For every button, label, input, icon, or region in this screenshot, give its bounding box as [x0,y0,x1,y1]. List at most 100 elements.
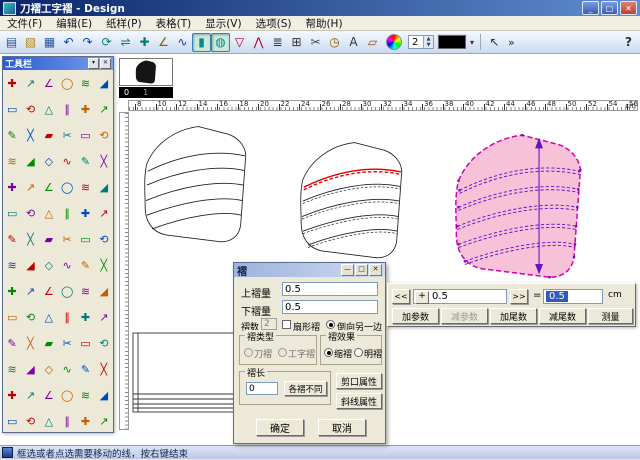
increase-step-button[interactable]: >> [510,289,528,304]
tool-icon-67[interactable]: ◢ [21,356,39,382]
text-tool-icon[interactable]: A [344,33,363,52]
tool-icon-18[interactable]: ≋ [3,148,21,174]
step-field[interactable]: + 0.5 [413,289,507,304]
tool-icon-52[interactable]: ≋ [76,278,94,304]
tool-icon-10[interactable]: ✚ [76,96,94,122]
tool-icon-31[interactable]: ⟲ [21,200,39,226]
tool-icon-0[interactable]: ✚ [3,70,21,96]
menu-edit[interactable]: 编辑(E) [49,16,99,31]
save-icon[interactable]: ▦ [40,33,59,52]
pattern-piece-2[interactable] [301,143,402,258]
pattern-index-bar[interactable]: 0 1 [119,87,173,98]
undo-icon[interactable]: ↶ [59,33,78,52]
dialog-rollup-icon[interactable]: — [341,264,354,276]
tool-icon-7[interactable]: ⟲ [21,96,39,122]
tool-icon-71[interactable]: ╳ [95,356,113,382]
tool-icon-17[interactable]: ⟲ [95,122,113,148]
curve-tool-icon[interactable]: ∿ [173,33,192,52]
new-file-icon[interactable]: ▤ [2,33,21,52]
tool-icon-53[interactable]: ◢ [95,278,113,304]
tool-icon-69[interactable]: ∿ [58,356,76,382]
seam-tool-icon[interactable]: ≣ [268,33,287,52]
lower-pleat-input[interactable] [282,300,378,314]
tool-icon-16[interactable]: ▭ [76,122,94,148]
notch-tool-icon[interactable]: ⋀ [249,33,268,52]
tool-icon-66[interactable]: ≋ [3,356,21,382]
tool-icon-49[interactable]: ↗ [21,278,39,304]
each-different-button[interactable]: 各褶不同 [284,381,327,396]
tool-icon-55[interactable]: ⟲ [21,304,39,330]
tool-icon-27[interactable]: ◯ [58,174,76,200]
tool-icon-59[interactable]: ↗ [95,304,113,330]
line-width-spinner[interactable]: 2 ▲▼ [408,35,434,49]
toolbox-close-icon[interactable]: ✕ [100,58,111,69]
tool-icon-42[interactable]: ≋ [3,252,21,278]
tool-icon-75[interactable]: ◯ [58,382,76,408]
tool-icon-34[interactable]: ✚ [76,200,94,226]
dialog-restore-icon[interactable]: □ [355,264,368,276]
compass-icon[interactable]: ◷ [325,33,344,52]
tool-icon-30[interactable]: ▭ [3,200,21,226]
pattern-piece-1[interactable] [145,127,246,242]
pointer-tool-icon[interactable]: ↖ [485,33,504,52]
tool-icon-19[interactable]: ◢ [21,148,39,174]
tool-icon-54[interactable]: ▭ [3,304,21,330]
tool-icon-43[interactable]: ◢ [21,252,39,278]
pattern-thumbnail[interactable] [119,58,173,86]
color-wheel-icon[interactable] [386,34,402,50]
tool-icon-23[interactable]: ╳ [95,148,113,174]
pattern-index-0[interactable]: 0 [124,87,129,98]
tool-icon-24[interactable]: ✚ [3,174,21,200]
tool-icon-61[interactable]: ╳ [21,330,39,356]
tool-icon-40[interactable]: ▭ [76,226,94,252]
tool-icon-72[interactable]: ✚ [3,382,21,408]
visible-effect-radio[interactable] [354,348,363,357]
dart-tool-icon[interactable]: ▽ [230,33,249,52]
toolbox-titlebar[interactable]: 工具栏 ▾ ✕ [3,57,113,70]
tool-icon-74[interactable]: ∠ [40,382,58,408]
tool-icon-48[interactable]: ✚ [3,278,21,304]
pleat-dialog-titlebar[interactable]: 褶 — □ ✕ [234,263,385,277]
tool-icon-2[interactable]: ∠ [40,70,58,96]
menu-help[interactable]: 帮助(H) [298,16,349,31]
tool-icon-13[interactable]: ╳ [21,122,39,148]
eraser-tool-icon[interactable]: ▱ [363,33,382,52]
shirr-effect-radio[interactable] [324,348,333,357]
tool-icon-68[interactable]: ◇ [40,356,58,382]
tool-icon-56[interactable]: △ [40,304,58,330]
mirror-tool-icon[interactable]: ⇌ [116,33,135,52]
menu-table[interactable]: 表格(T) [149,16,199,31]
tool-icon-47[interactable]: ╳ [95,252,113,278]
flip-side-radio[interactable] [326,320,335,329]
tool-icon-20[interactable]: ◇ [40,148,58,174]
grid-tool-icon[interactable]: ⊞ [287,33,306,52]
tool-icon-57[interactable]: ∥ [58,304,76,330]
slash-attr-button[interactable]: 斜线属性 [336,393,382,409]
shirr-tool-icon[interactable]: ◍ [211,33,230,52]
tool-icon-14[interactable]: ▰ [40,122,58,148]
tool-icon-6[interactable]: ▭ [3,96,21,122]
tool-icon-36[interactable]: ✎ [3,226,21,252]
menu-options[interactable]: 选项(S) [249,16,299,31]
rotate-tool-icon[interactable]: ⟳ [97,33,116,52]
tool-icon-1[interactable]: ↗ [21,70,39,96]
tool-icon-62[interactable]: ▰ [40,330,58,356]
tool-icon-83[interactable]: ↗ [95,408,113,434]
tool-icon-82[interactable]: ✚ [76,408,94,434]
tool-icon-81[interactable]: ∥ [58,408,76,434]
menu-view[interactable]: 显示(V) [198,16,248,31]
tool-icon-37[interactable]: ╳ [21,226,39,252]
tool-icon-15[interactable]: ✂ [58,122,76,148]
pattern-piece-3-selected[interactable] [456,134,582,278]
tool-icon-38[interactable]: ▰ [40,226,58,252]
plus-button[interactable]: + [415,291,429,304]
tool-icon-12[interactable]: ✎ [3,122,21,148]
fan-pleat-checkbox[interactable] [282,320,291,329]
tool-icon-70[interactable]: ✎ [76,356,94,382]
spinner-arrows[interactable]: ▲▼ [423,36,433,48]
tool-icon-28[interactable]: ≋ [76,174,94,200]
tool-icon-80[interactable]: △ [40,408,58,434]
tool-icon-35[interactable]: ↗ [95,200,113,226]
tool-icon-33[interactable]: ∥ [58,200,76,226]
pattern-index-1[interactable]: 1 [143,87,148,98]
